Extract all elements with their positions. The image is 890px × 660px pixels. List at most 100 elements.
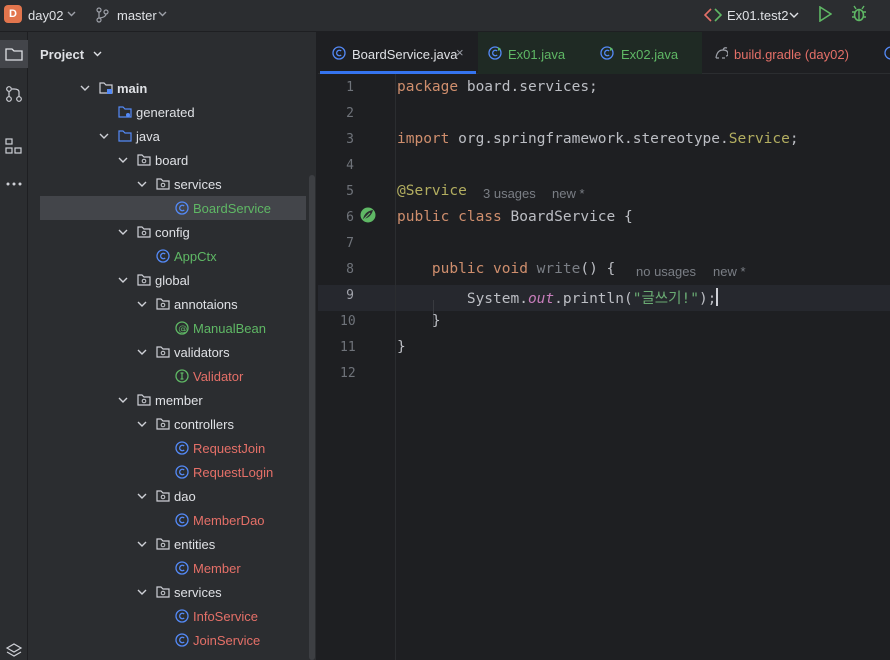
tab-ex02[interactable]: Ex02.java bbox=[590, 32, 702, 74]
line-number: 5 bbox=[346, 184, 354, 199]
chevron-down-icon[interactable] bbox=[80, 83, 90, 93]
class-icon bbox=[156, 249, 170, 263]
package-icon bbox=[137, 153, 151, 167]
code-line-10: } bbox=[431, 313, 441, 329]
tool-window-strip bbox=[0, 32, 28, 660]
interface-icon bbox=[175, 369, 189, 383]
chevron-down-icon[interactable] bbox=[137, 539, 147, 549]
tree-item-label: entities bbox=[174, 537, 216, 552]
tree-item-label: JoinService bbox=[193, 633, 261, 648]
tree-item[interactable]: Member bbox=[28, 556, 306, 580]
tree-item[interactable]: RequestJoin bbox=[28, 436, 306, 460]
tree-item[interactable]: validators bbox=[28, 340, 306, 364]
tree-item-label: config bbox=[155, 225, 190, 240]
tab-ex01[interactable]: Ex01.java bbox=[478, 32, 590, 74]
more-tools-button[interactable] bbox=[0, 170, 28, 198]
structure-icon bbox=[5, 138, 22, 154]
line-number: 4 bbox=[346, 158, 354, 173]
chevron-down-icon[interactable] bbox=[158, 11, 167, 17]
project-panel: Project main generated java board services Bo… bbox=[28, 32, 317, 660]
debug-icon[interactable] bbox=[850, 5, 868, 23]
tree-scrollbar[interactable] bbox=[309, 175, 315, 660]
chevron-down-icon[interactable] bbox=[137, 419, 147, 429]
chevron-down-icon[interactable] bbox=[137, 347, 147, 357]
project-tool-button[interactable] bbox=[0, 40, 28, 68]
chevron-down-icon[interactable] bbox=[137, 179, 147, 189]
close-tab-icon[interactable]: × bbox=[456, 45, 464, 60]
run-icon[interactable] bbox=[818, 6, 832, 22]
chevron-down-icon[interactable] bbox=[99, 131, 109, 141]
tree-item[interactable]: BoardService bbox=[40, 196, 306, 220]
tree-item[interactable]: java bbox=[28, 124, 306, 148]
code-line-9: System.out.println("글쓰기!"); bbox=[397, 287, 719, 308]
chevron-down-icon[interactable] bbox=[137, 587, 147, 597]
tree-item[interactable]: board bbox=[28, 148, 306, 172]
tree-item[interactable]: RequestLogin bbox=[28, 460, 306, 484]
svg-text:@: @ bbox=[178, 325, 187, 335]
source-folder-icon bbox=[118, 129, 132, 143]
spring-bean-icon[interactable] bbox=[359, 206, 377, 224]
code-editor[interactable]: BoardService.java × Ex01.java Ex02.java … bbox=[318, 32, 890, 660]
tab-overflow[interactable] bbox=[878, 32, 890, 74]
tree-item[interactable]: services bbox=[28, 172, 306, 196]
chevron-down-icon[interactable] bbox=[118, 395, 128, 405]
tree-item[interactable]: MemberDao bbox=[28, 508, 306, 532]
tree-item[interactable]: AppCtx bbox=[28, 244, 306, 268]
tab-build-gradle[interactable]: build.gradle (day02) bbox=[702, 32, 864, 74]
project-panel-title[interactable]: Project bbox=[40, 47, 102, 62]
chevron-down-icon[interactable] bbox=[67, 11, 76, 17]
tree-item[interactable]: Validator bbox=[28, 364, 306, 388]
chevron-down-icon[interactable] bbox=[93, 51, 102, 57]
author-hint[interactable]: new * bbox=[713, 264, 746, 279]
tab-boardservice[interactable]: BoardService.java × bbox=[320, 32, 476, 74]
code-line-6: public class BoardService { bbox=[397, 209, 633, 225]
line-number: 6 bbox=[346, 210, 354, 225]
run-config-icon bbox=[704, 8, 722, 22]
tree-item[interactable]: JoinService bbox=[28, 628, 306, 652]
tree-item[interactable]: config bbox=[28, 220, 306, 244]
folder-icon bbox=[5, 48, 23, 61]
class-icon bbox=[175, 561, 189, 575]
usages-hint[interactable]: no usages bbox=[636, 264, 696, 279]
project-name[interactable]: day02 bbox=[28, 8, 63, 23]
runnable-class-icon bbox=[600, 46, 614, 60]
usages-hint[interactable]: 3 usages bbox=[483, 186, 536, 201]
tree-item-label: Validator bbox=[193, 369, 244, 384]
branch-name[interactable]: master bbox=[117, 8, 157, 23]
chevron-down-icon[interactable] bbox=[137, 299, 147, 309]
author-hint[interactable]: new * bbox=[552, 186, 585, 201]
class-icon bbox=[175, 513, 189, 527]
tree-item[interactable]: generated bbox=[28, 100, 306, 124]
tree-item-label: generated bbox=[136, 105, 195, 120]
tree-item[interactable]: main bbox=[28, 76, 306, 100]
layers-tool-button[interactable] bbox=[0, 636, 28, 660]
tree-item[interactable]: InfoService bbox=[28, 604, 306, 628]
tree-item[interactable]: global bbox=[28, 268, 306, 292]
tree-item-label: ManualBean bbox=[193, 321, 266, 336]
code-line-1: package board.services; bbox=[397, 79, 598, 95]
structure-tool-button[interactable] bbox=[0, 132, 28, 160]
run-config-name[interactable]: Ex01.test2 bbox=[727, 8, 788, 23]
project-badge[interactable]: D bbox=[4, 5, 22, 23]
chevron-down-icon[interactable] bbox=[118, 227, 128, 237]
tree-item[interactable]: dao bbox=[28, 484, 306, 508]
commit-tool-button[interactable] bbox=[0, 80, 28, 108]
chevron-down-icon[interactable] bbox=[789, 12, 799, 18]
line-gutter[interactable]: 1 2 3 4 5 6 7 8 9 10 11 12 bbox=[318, 74, 396, 660]
tree-item[interactable]: @ ManualBean bbox=[28, 316, 306, 340]
class-icon bbox=[175, 633, 189, 647]
package-icon bbox=[137, 225, 151, 239]
chevron-down-icon[interactable] bbox=[118, 275, 128, 285]
tree-item[interactable]: services bbox=[28, 580, 306, 604]
tree-item[interactable]: annotaions bbox=[28, 292, 306, 316]
tree-item[interactable]: member bbox=[28, 388, 306, 412]
tree-item-label: main bbox=[117, 81, 148, 96]
tree-item-label: services bbox=[174, 177, 222, 192]
tree-item-label: Member bbox=[193, 561, 241, 576]
chevron-down-icon[interactable] bbox=[118, 155, 128, 165]
tree-item[interactable]: controllers bbox=[28, 412, 306, 436]
tree-item[interactable]: entities bbox=[28, 532, 306, 556]
editor-tabs: BoardService.java × Ex01.java Ex02.java … bbox=[318, 32, 890, 74]
line-number: 12 bbox=[340, 366, 356, 381]
chevron-down-icon[interactable] bbox=[137, 491, 147, 501]
